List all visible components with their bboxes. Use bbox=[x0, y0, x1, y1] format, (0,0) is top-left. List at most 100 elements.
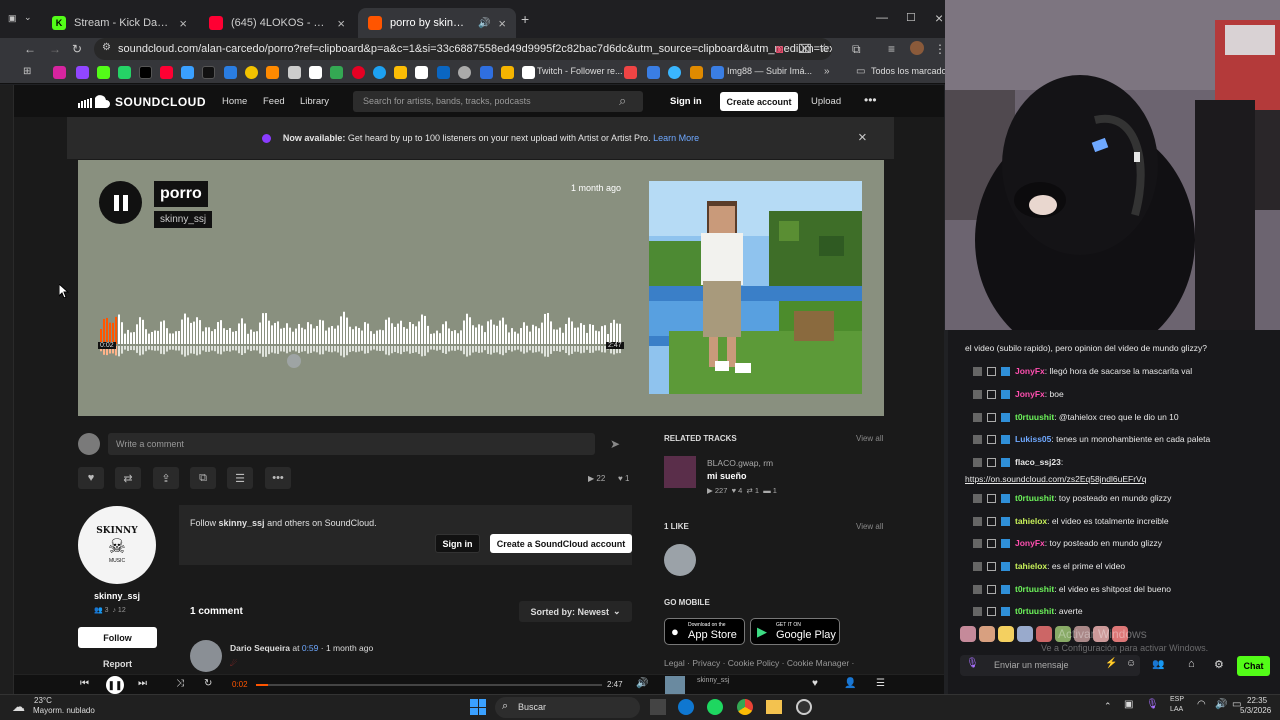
artist-name[interactable]: skinny_ssj bbox=[78, 591, 156, 601]
spotify-icon[interactable] bbox=[707, 699, 723, 715]
microphone-icon[interactable]: 🎙 bbox=[966, 658, 979, 669]
artist-avatar[interactable]: SKINNY ☠ MUSIC bbox=[78, 506, 156, 584]
more-actions-button[interactable]: ••• bbox=[265, 467, 291, 489]
commenter-avatar-marker[interactable] bbox=[287, 354, 301, 368]
commenter-avatar[interactable] bbox=[190, 640, 222, 672]
bookmark-icon[interactable] bbox=[373, 66, 386, 79]
close-icon[interactable]: × bbox=[498, 16, 506, 31]
app-store-badge[interactable]: ● Download on the App Store bbox=[664, 618, 745, 645]
back-icon[interactable]: ← bbox=[24, 42, 36, 56]
follow-artist-name[interactable]: skinny_ssj bbox=[219, 518, 265, 528]
player-artist[interactable]: skinny_ssj bbox=[697, 677, 729, 684]
emote-icon[interactable] bbox=[1036, 626, 1052, 642]
follow-icon[interactable]: 👤 bbox=[844, 678, 856, 689]
tab-menu-icon[interactable]: ▣ bbox=[8, 13, 17, 24]
likes-view-all[interactable]: View all bbox=[856, 522, 883, 531]
x-icon[interactable] bbox=[139, 66, 152, 79]
add-to-playlist-button[interactable]: ☰ bbox=[227, 467, 253, 489]
taskbar-search[interactable]: ⌕ Buscar bbox=[495, 697, 640, 718]
bookmark-icon[interactable] bbox=[501, 66, 514, 79]
comment-timestamp[interactable]: 0:59 bbox=[302, 643, 319, 653]
emote-icon[interactable] bbox=[998, 626, 1014, 642]
bookmark-icon[interactable] bbox=[647, 66, 660, 79]
tab-search-icon[interactable]: ⌄ bbox=[24, 12, 32, 23]
bookmark-star-icon[interactable]: ☆ bbox=[819, 41, 830, 55]
store-icon[interactable]: ⌂ bbox=[1188, 658, 1195, 670]
address-bar[interactable]: ⚙ soundcloud.com/alan-carcedo/porro?ref=… bbox=[94, 38, 832, 60]
chat-username[interactable]: JonyFx bbox=[1015, 389, 1045, 399]
file-explorer-icon[interactable] bbox=[766, 700, 782, 714]
pinterest-icon[interactable] bbox=[352, 66, 365, 79]
chat-username[interactable]: JonyFx bbox=[1015, 366, 1045, 376]
bookmark-icon[interactable] bbox=[415, 66, 428, 79]
google-play-badge[interactable]: ▶ GET IT ON Google Play bbox=[750, 618, 840, 645]
chat-send-button[interactable]: Chat bbox=[1237, 656, 1270, 676]
users-icon[interactable]: 👥 bbox=[1152, 659, 1164, 670]
apps-icon[interactable]: ⊞ bbox=[23, 66, 31, 77]
copy-link-button[interactable]: ⧉ bbox=[190, 467, 216, 489]
nav-home[interactable]: Home bbox=[222, 96, 247, 107]
queue-icon[interactable]: ☰ bbox=[876, 678, 885, 689]
twitch-icon[interactable] bbox=[76, 66, 89, 79]
related-track-artwork[interactable] bbox=[664, 456, 696, 488]
chat-username[interactable]: t0rtuushit bbox=[1015, 584, 1054, 594]
extension-icon[interactable]: ◙ bbox=[776, 42, 783, 56]
bookmark-img88[interactable]: Img88 — Subir Imá... bbox=[727, 66, 812, 76]
bookmark-icon[interactable] bbox=[458, 66, 471, 79]
liker-avatar[interactable] bbox=[664, 544, 696, 576]
bookmark-icon[interactable] bbox=[522, 66, 535, 79]
player-artwork[interactable] bbox=[665, 676, 685, 694]
linkedin-icon[interactable] bbox=[437, 66, 450, 79]
tab-soundcloud[interactable]: porro by skinny_ssj 🔊 × bbox=[358, 8, 516, 38]
chat-username[interactable]: tahielox bbox=[1015, 561, 1047, 571]
weather-temp[interactable]: 23°C bbox=[34, 696, 52, 705]
new-tab-icon[interactable]: + bbox=[521, 11, 529, 27]
weather-icon[interactable]: ☁ bbox=[12, 699, 25, 715]
translate-icon[interactable]: ⌧ bbox=[798, 42, 812, 56]
extensions-icon[interactable]: ⧉ bbox=[852, 42, 861, 57]
tray-chevron-icon[interactable]: ⌃ bbox=[1104, 701, 1112, 712]
player-progress-track[interactable] bbox=[256, 684, 602, 686]
search-icon[interactable]: ⌕ bbox=[619, 93, 626, 109]
start-button[interactable] bbox=[470, 699, 486, 715]
next-icon[interactable]: ⏭ bbox=[138, 678, 147, 689]
nav-library[interactable]: Library bbox=[300, 96, 329, 107]
chat-username[interactable]: t0rtuushit bbox=[1015, 493, 1054, 503]
bookmark-icon[interactable] bbox=[394, 66, 407, 79]
search-input[interactable]: Search for artists, bands, tracks, podca… bbox=[353, 91, 643, 112]
speaker-icon[interactable]: 🔊 bbox=[478, 18, 490, 29]
track-artist[interactable]: skinny_ssj bbox=[154, 211, 213, 228]
close-icon[interactable]: × bbox=[337, 16, 345, 31]
bookmark-icon[interactable] bbox=[224, 66, 237, 79]
emote-icon[interactable] bbox=[979, 626, 995, 642]
task-view-icon[interactable] bbox=[650, 699, 666, 715]
soundcloud-logo[interactable]: SOUNDCLOUD bbox=[78, 95, 206, 109]
more-options-icon[interactable]: ••• bbox=[864, 93, 877, 107]
nav-feed[interactable]: Feed bbox=[263, 96, 285, 107]
chat-username[interactable]: Lukiss05 bbox=[1015, 434, 1051, 444]
repost-button[interactable]: ⇄ bbox=[115, 467, 141, 489]
wifi-icon[interactable]: ◠ bbox=[1197, 699, 1206, 710]
maximize-icon[interactable]: ☐ bbox=[906, 11, 916, 24]
waveform[interactable] bbox=[100, 308, 622, 344]
weather-description[interactable]: Mayorm. nublado bbox=[33, 706, 95, 715]
volume-icon[interactable]: 🔊 bbox=[636, 678, 648, 689]
youtube-icon[interactable] bbox=[160, 66, 173, 79]
bookmark-icon[interactable] bbox=[480, 66, 493, 79]
tray-app-icon[interactable]: ▣ bbox=[1124, 699, 1133, 710]
bookmark-icon[interactable] bbox=[309, 66, 322, 79]
sort-dropdown[interactable]: Sorted by: Newest ⌄ bbox=[519, 601, 632, 622]
chat-username[interactable]: tahielox bbox=[1015, 516, 1047, 526]
tray-mic-icon[interactable]: 🎙 bbox=[1146, 699, 1159, 710]
player-pause-button[interactable]: ❚❚ bbox=[106, 676, 124, 694]
settings-icon[interactable]: ⚙ bbox=[1214, 658, 1224, 671]
tab-kick-dashboard[interactable]: K Stream - Kick Dashboard × bbox=[42, 8, 197, 38]
clock-date[interactable]: 5/3/2026 bbox=[1240, 706, 1271, 715]
obs-icon[interactable] bbox=[796, 699, 812, 715]
close-window-icon[interactable]: × bbox=[935, 10, 943, 26]
media-icon[interactable]: ≡ bbox=[888, 42, 895, 56]
emote-icon[interactable] bbox=[1017, 626, 1033, 642]
bookmark-twitch-follower[interactable]: Twitch - Follower re... bbox=[537, 66, 623, 76]
more-bookmarks-icon[interactable]: » bbox=[824, 66, 830, 77]
learn-more-link[interactable]: Learn More bbox=[653, 133, 699, 143]
